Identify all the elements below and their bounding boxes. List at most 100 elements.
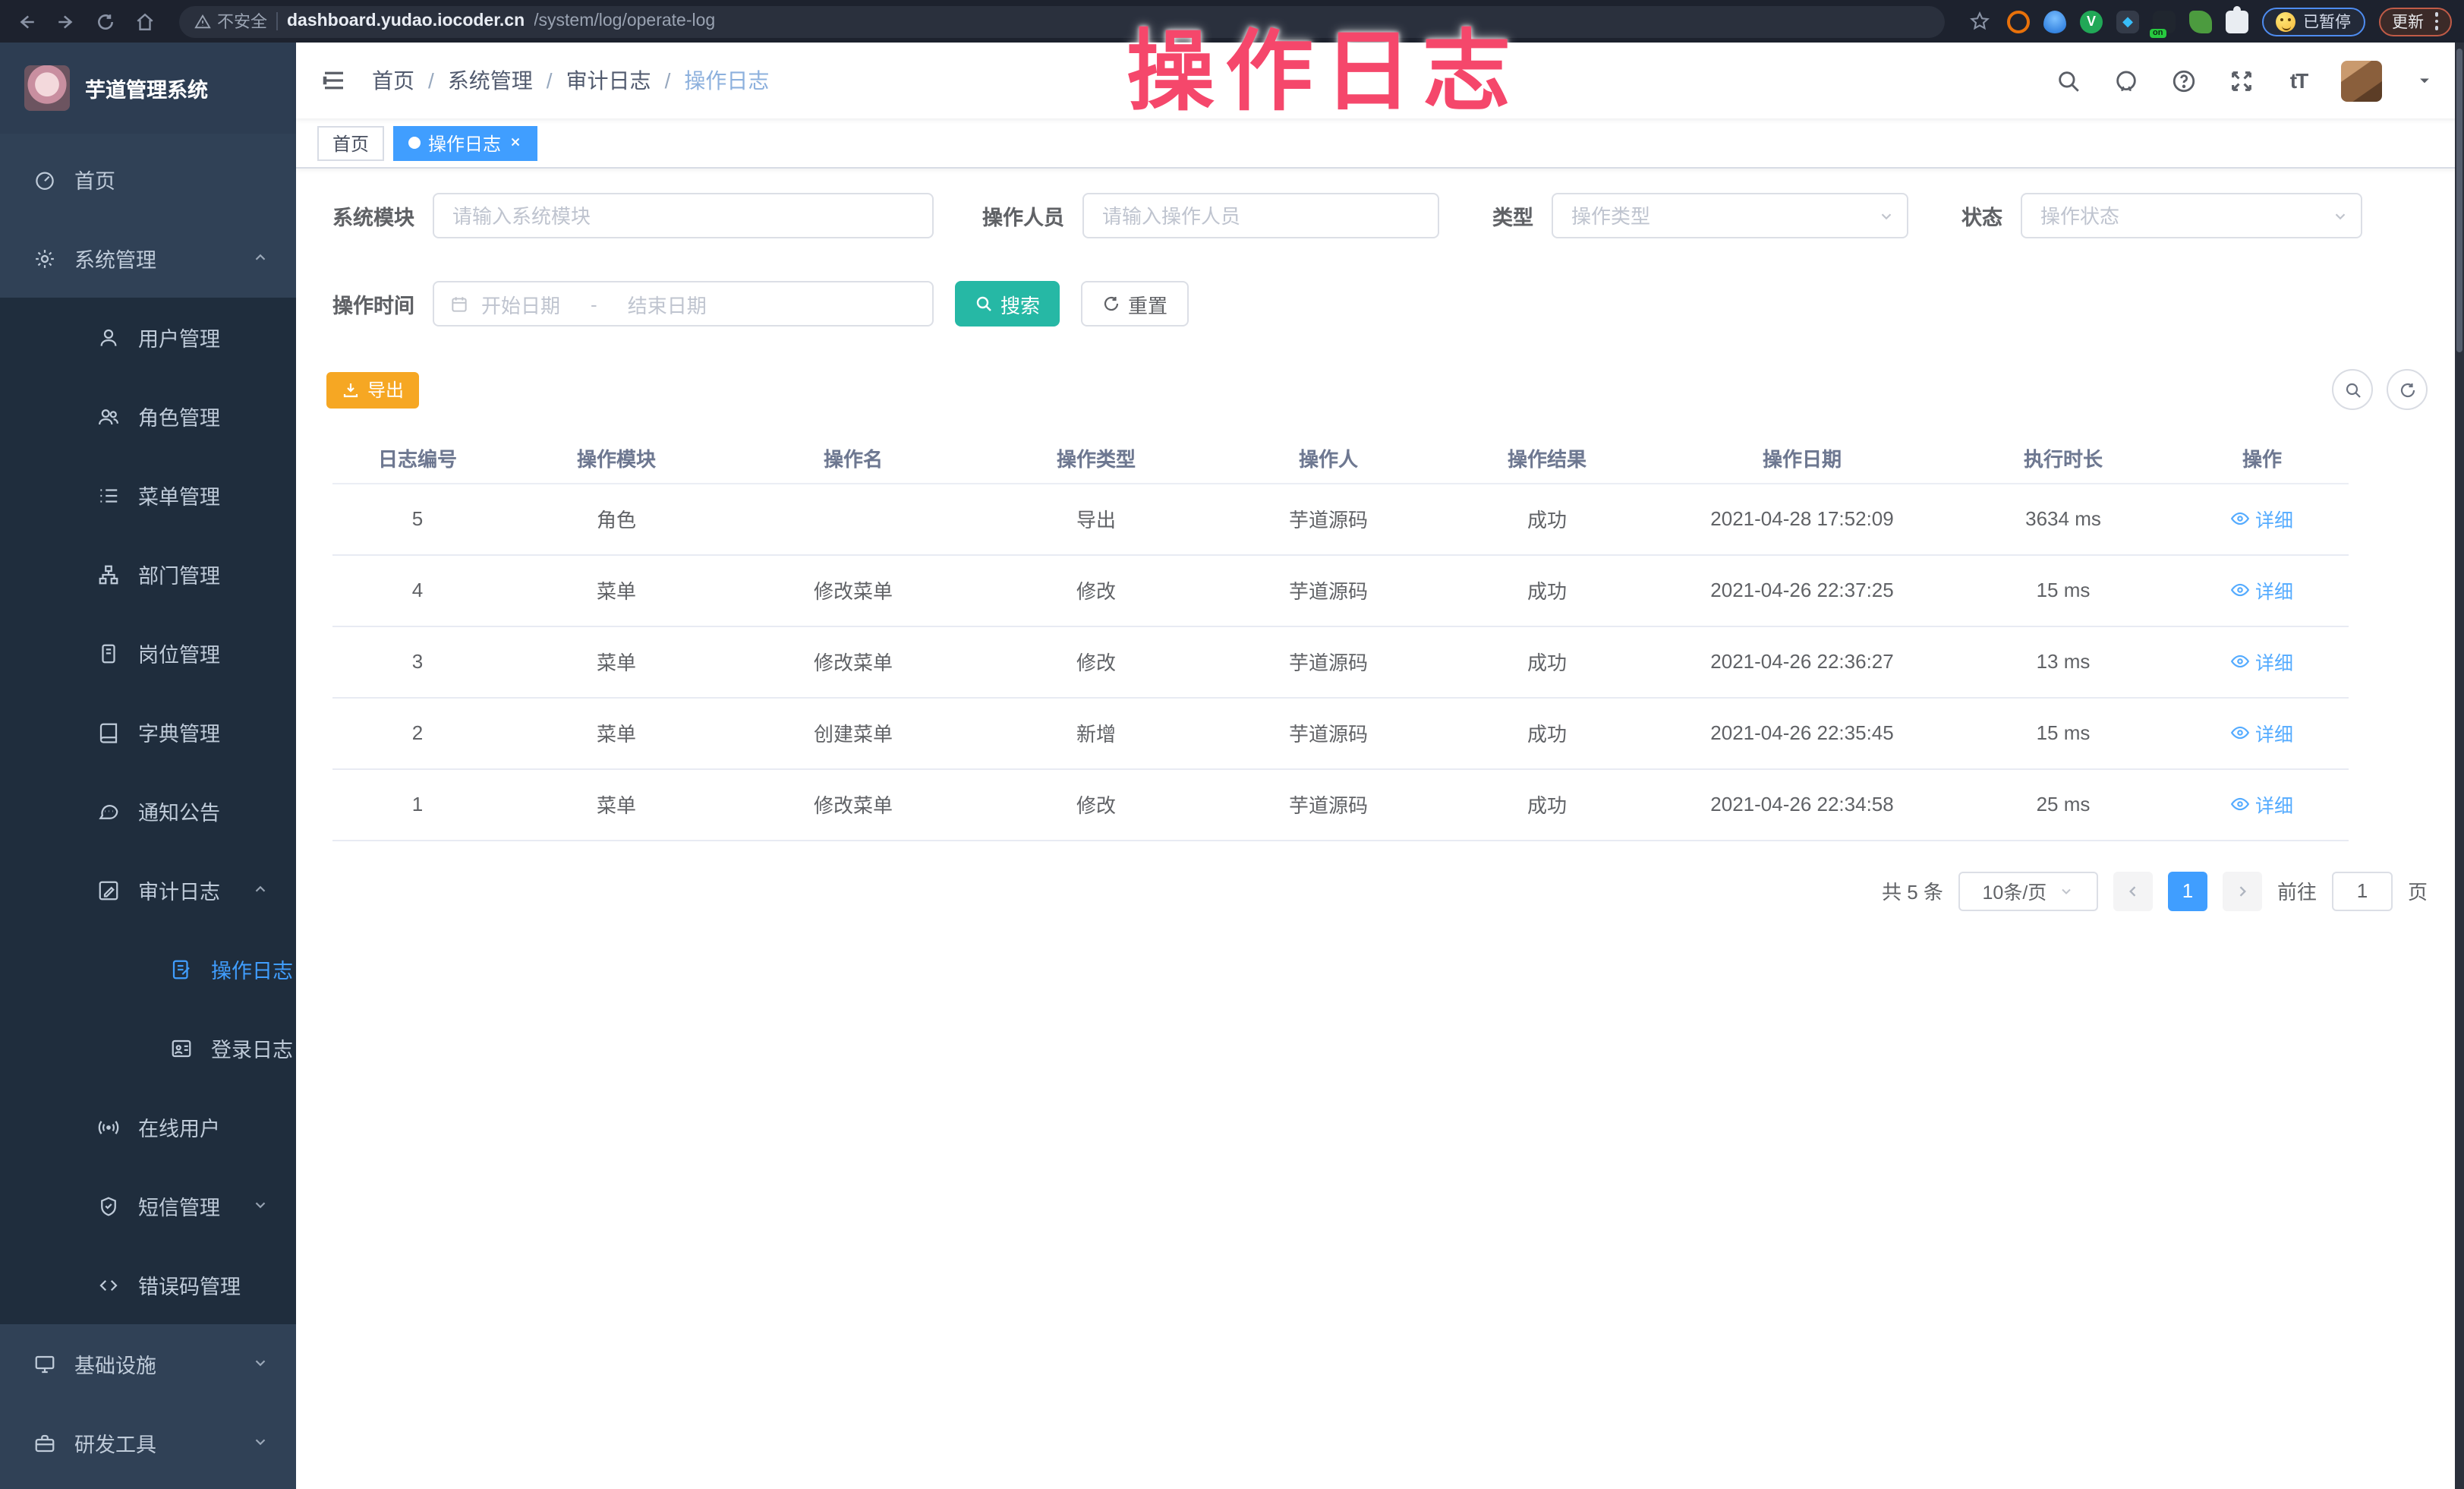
operator-label: 操作人员 <box>976 200 1064 231</box>
breadcrumb-item-audit[interactable]: 审计日志 <box>566 65 651 96</box>
security-warning[interactable]: 不安全 <box>194 9 267 33</box>
detail-link[interactable]: 详细 <box>2231 504 2293 533</box>
status-select-input[interactable] <box>2021 193 2362 238</box>
next-page-button[interactable] <box>2223 871 2262 910</box>
sidebar-item-sms-management[interactable]: 短信管理 <box>0 1166 296 1245</box>
sidebar-item-home[interactable]: 首页 <box>0 140 296 219</box>
search-icon <box>2055 68 2081 93</box>
question-icon <box>2170 68 2196 93</box>
browser-home-button[interactable] <box>131 8 158 35</box>
sidebar-item-dept-management[interactable]: 部门管理 <box>0 535 296 614</box>
docs-help-button[interactable] <box>2168 65 2198 96</box>
browser-menu-kebab-icon[interactable] <box>2434 13 2438 30</box>
chevron-down-icon <box>1878 207 1895 224</box>
page-number-current[interactable]: 1 <box>2168 871 2207 910</box>
fullscreen-button[interactable] <box>2226 65 2256 96</box>
browser-extensions-area: V ◆ on 已暂停 更新 <box>1966 7 2452 36</box>
user-menu-caret[interactable] <box>2409 65 2440 96</box>
sidebar-item-audit-log[interactable]: 审计日志 <box>0 850 296 929</box>
extension-green-leaf-icon[interactable] <box>2189 10 2212 33</box>
scrollbar-thumb[interactable] <box>2456 49 2462 352</box>
browser-forward-button[interactable] <box>52 8 79 35</box>
header-search-button[interactable] <box>2053 65 2083 96</box>
reset-button[interactable]: 重置 <box>1081 281 1189 327</box>
refresh-table-button[interactable] <box>2387 369 2428 410</box>
breadcrumb-separator: / <box>547 68 553 93</box>
bookmark-star-icon[interactable] <box>1966 8 1993 35</box>
sidebar: 芋道管理系统 首页 系统管理 用户管理 <box>0 43 296 1489</box>
sidebar-item-notice-management[interactable]: 通知公告 <box>0 771 296 850</box>
type-select[interactable] <box>1552 193 1908 238</box>
detail-link[interactable]: 详细 <box>2231 647 2293 676</box>
detail-link[interactable]: 详细 <box>2231 576 2293 604</box>
top-navbar: 首页 / 系统管理 / 审计日志 / 操作日志 <box>296 43 2464 118</box>
app-logo <box>24 65 70 111</box>
app-title: 芋道管理系统 <box>85 73 208 103</box>
system-submenu: 用户管理 角色管理 菜单管理 部门管理 <box>0 298 296 1324</box>
goto-page-input[interactable] <box>2332 871 2393 910</box>
browser-update-button[interactable]: 更新 <box>2378 7 2452 36</box>
monitor-icon <box>33 1352 56 1375</box>
sidebar-item-system[interactable]: 系统管理 <box>0 219 296 298</box>
module-input[interactable] <box>433 193 934 238</box>
sidebar-item-infrastructure[interactable]: 基础设施 <box>0 1324 296 1403</box>
github-link-button[interactable] <box>2110 65 2141 96</box>
sidebar-item-login-log[interactable]: 登录日志 <box>0 1008 296 1087</box>
sidebar-item-dev-tools[interactable]: 研发工具 <box>0 1403 296 1482</box>
screen: 不安全 dashboard.yudao.iocoder.cn /system/l… <box>0 0 2464 1489</box>
sidebar-item-menu-management[interactable]: 菜单管理 <box>0 456 296 535</box>
user-icon <box>97 326 120 349</box>
tag-label: 操作日志 <box>428 130 501 156</box>
extension-switch-icon[interactable]: on <box>2153 10 2176 33</box>
export-button-label: 导出 <box>367 377 404 402</box>
operator-input[interactable] <box>1082 193 1439 238</box>
navbar-actions: tT <box>2053 60 2440 101</box>
table-row: 4 菜单 修改菜单 修改 芋道源码 成功 2021-04-26 22:37:25… <box>332 554 2349 626</box>
type-select-input[interactable] <box>1552 193 1908 238</box>
browser-back-button[interactable] <box>12 8 39 35</box>
cell-name: 修改菜单 <box>730 626 976 697</box>
module-label: 系统模块 <box>326 200 414 231</box>
tag-operate-log[interactable]: 操作日志 <box>393 125 537 160</box>
cell-type: 修改 <box>976 626 1216 697</box>
sidebar-item-operate-log[interactable]: 操作日志 <box>0 929 296 1008</box>
browser-reload-button[interactable] <box>91 8 118 35</box>
page-size-select[interactable]: 10条/页 <box>1958 871 2098 910</box>
sidebar-item-errorcode-management[interactable]: 错误码管理 <box>0 1245 296 1324</box>
export-button[interactable]: 导出 <box>326 371 419 408</box>
prev-page-button[interactable] <box>2113 871 2153 910</box>
status-select[interactable] <box>2021 193 2362 238</box>
column-header-log-id: 日志编号 <box>332 434 503 483</box>
font-size-button[interactable]: tT <box>2283 65 2314 96</box>
column-header-duration: 执行时长 <box>1951 434 2176 483</box>
window-scrollbar[interactable] <box>2455 43 2464 1489</box>
sidebar-item-dict-management[interactable]: 字典管理 <box>0 692 296 771</box>
breadcrumb-item-home[interactable]: 首页 <box>372 65 414 96</box>
sidebar-logo-row[interactable]: 芋道管理系统 <box>0 43 296 134</box>
detail-link[interactable]: 详细 <box>2231 718 2293 747</box>
user-avatar[interactable] <box>2341 60 2382 101</box>
sidebar-item-post-management[interactable]: 岗位管理 <box>0 614 296 692</box>
extensions-puzzle-icon[interactable] <box>2226 10 2248 33</box>
breadcrumb-item-system[interactable]: 系统管理 <box>448 65 533 96</box>
column-header-type: 操作类型 <box>976 434 1216 483</box>
sidebar-item-label: 菜单管理 <box>138 480 220 510</box>
cell-result: 成功 <box>1441 768 1653 840</box>
toggle-search-button[interactable] <box>2332 369 2373 410</box>
sidebar-toggle-button[interactable] <box>320 65 351 96</box>
extension-green-v-icon[interactable]: V <box>2080 10 2103 33</box>
tab-close-icon[interactable] <box>509 132 522 153</box>
extension-orange-ring-icon[interactable] <box>2007 10 2030 33</box>
browser-profile-button[interactable]: 已暂停 <box>2262 7 2365 36</box>
date-range-picker[interactable]: 开始日期 - 结束日期 <box>433 281 934 327</box>
extension-blue-pin-icon[interactable] <box>2043 10 2066 33</box>
sidebar-item-user-management[interactable]: 用户管理 <box>0 298 296 377</box>
sidebar-item-online-users[interactable]: 在线用户 <box>0 1087 296 1166</box>
address-bar[interactable]: 不安全 dashboard.yudao.iocoder.cn /system/l… <box>179 5 1945 37</box>
tag-home[interactable]: 首页 <box>317 125 384 160</box>
font-size-icon: tT <box>2290 68 2307 93</box>
sidebar-item-role-management[interactable]: 角色管理 <box>0 377 296 456</box>
detail-link[interactable]: 详细 <box>2231 790 2293 819</box>
search-button[interactable]: 搜索 <box>955 281 1060 327</box>
extension-blue-gem-icon[interactable]: ◆ <box>2116 10 2139 33</box>
